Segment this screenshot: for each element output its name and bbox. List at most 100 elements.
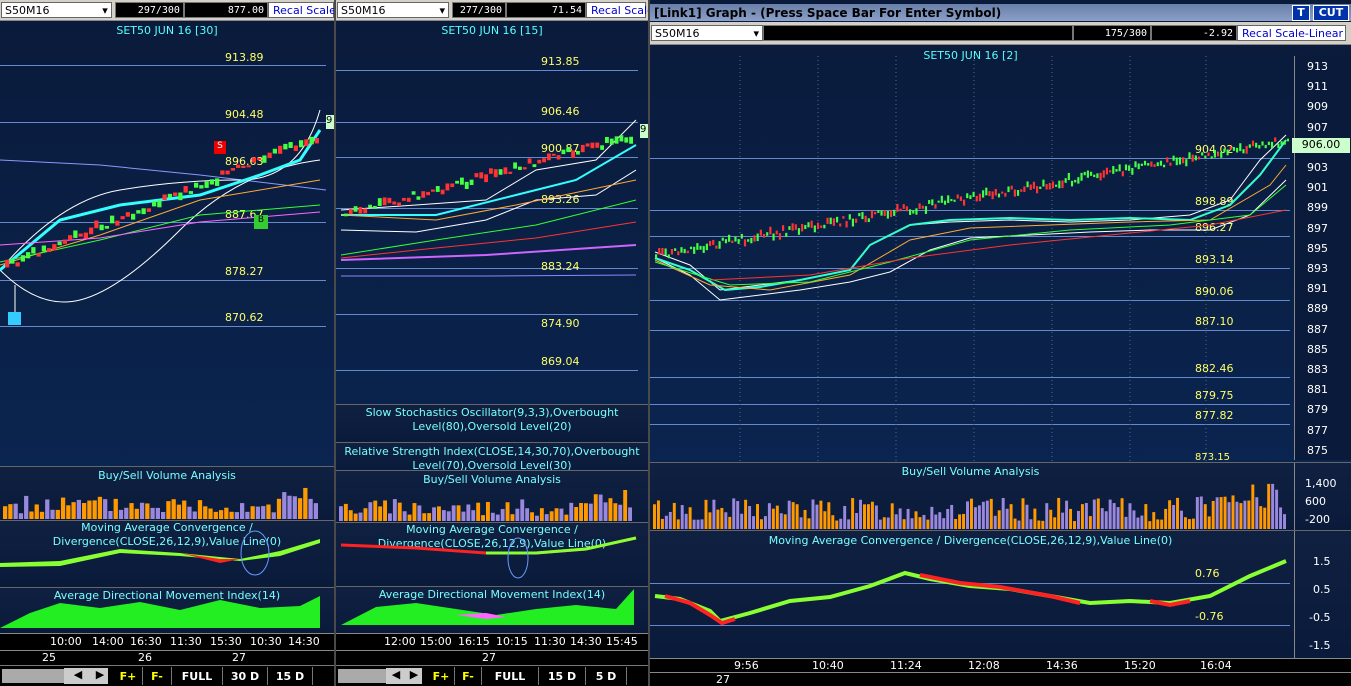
volume-bar [82, 502, 87, 519]
scroll-right-button[interactable]: ▶ [406, 668, 422, 684]
candle [426, 191, 430, 196]
candle [532, 164, 537, 168]
candle [141, 208, 146, 215]
volume-bar [1271, 483, 1275, 529]
candle [839, 223, 842, 227]
candle [924, 206, 928, 214]
scrollbar[interactable] [338, 669, 386, 683]
price-axis-label: 895 [1307, 241, 1328, 255]
candle [125, 212, 130, 217]
volume-bar [954, 518, 958, 529]
volume-bar [397, 502, 402, 521]
candle [152, 201, 157, 207]
candle [804, 225, 807, 230]
adx-pane: Average Directional Movement Index(14) [0, 587, 334, 634]
candle [1178, 157, 1182, 165]
candle [1010, 185, 1013, 190]
candle [762, 233, 766, 238]
volume-bar [676, 519, 680, 529]
candle [508, 171, 513, 174]
candle [1109, 170, 1112, 173]
volume-bar [704, 499, 708, 529]
candle [674, 248, 677, 251]
candle [788, 226, 791, 230]
candle [283, 143, 288, 150]
price-axis-label: 901 [1307, 181, 1328, 195]
candle [1045, 184, 1048, 190]
volume-bar [1176, 497, 1180, 529]
candle [778, 233, 781, 240]
candle [791, 223, 794, 231]
cut-button[interactable]: CUT [1313, 4, 1349, 21]
volume-bar [471, 510, 476, 521]
volume-bar [388, 513, 392, 521]
range-30d-button[interactable]: 30 D [223, 667, 268, 685]
candle [966, 193, 969, 199]
candle [743, 239, 747, 247]
candle [435, 186, 440, 192]
candle [686, 250, 689, 254]
candle [31, 247, 36, 254]
candle [220, 170, 225, 175]
candle [886, 211, 889, 219]
volume-bar [456, 505, 461, 521]
candle [858, 213, 861, 217]
price-axis-label: 879 [1307, 403, 1328, 417]
candle [1112, 166, 1115, 174]
candle [699, 245, 702, 250]
macd-axis-label: 1.5 [1313, 555, 1331, 568]
candle [877, 210, 880, 213]
volume-bar [835, 520, 839, 529]
stochastic-title: Slow Stochastics Oscillator(9,3,3),Overb… [365, 406, 619, 433]
zoom-in-button[interactable]: F+ [114, 667, 143, 685]
range-5d-button[interactable]: 5 D [586, 667, 627, 685]
volume-bar [3, 506, 8, 519]
candle [661, 248, 664, 255]
full-button[interactable]: FULL [482, 667, 539, 685]
scroll-left-button[interactable]: ◀ [386, 668, 406, 684]
volume-bar [728, 516, 732, 529]
candle [947, 195, 950, 203]
volume-bar [150, 507, 155, 519]
volume-bar [392, 499, 397, 521]
time-label: 11:30 [534, 635, 566, 648]
volume-bar [224, 507, 229, 519]
price-axis-label: 891 [1307, 282, 1328, 296]
candle [1156, 162, 1159, 167]
candle [450, 183, 455, 188]
volume-bar [930, 506, 934, 529]
volume-bar [823, 511, 827, 529]
range-15d-button[interactable]: 15 D [268, 667, 313, 685]
scrollbar[interactable] [2, 669, 64, 683]
full-button[interactable]: FULL [172, 667, 223, 685]
volume-bar [934, 514, 938, 529]
volume-bar [1080, 504, 1084, 529]
zoom-out-button[interactable]: F- [143, 667, 172, 685]
volume-bar [213, 511, 218, 519]
time-label: 14:00 [92, 635, 124, 648]
t-button[interactable]: T [1292, 4, 1310, 21]
candle [775, 230, 778, 235]
volume-bar [882, 517, 886, 529]
scroll-left-button[interactable]: ◀ [64, 668, 92, 684]
scroll-right-button[interactable]: ▶ [92, 668, 108, 684]
candle [985, 187, 988, 196]
volume-bar [847, 519, 851, 529]
candle [1204, 155, 1207, 159]
candle [537, 159, 542, 164]
volume-bar [1065, 500, 1069, 529]
volume-bar [461, 511, 466, 521]
candle [753, 235, 756, 242]
volume-bar [732, 498, 736, 529]
zoom-in-button[interactable]: F+ [428, 667, 455, 685]
candle [94, 220, 99, 229]
candle [387, 197, 392, 204]
zoom-out-button[interactable]: F- [455, 667, 482, 685]
volume-bar [39, 511, 45, 519]
range-15d-button[interactable]: 15 D [539, 667, 586, 685]
volume-bar [1112, 503, 1116, 529]
volume-bar [1191, 518, 1195, 529]
volume-bar [696, 519, 700, 529]
price-axis-label: 889 [1307, 302, 1328, 316]
zoom-bar: ◀ ▶ F+ F- FULL 30 D 15 D [0, 665, 334, 686]
